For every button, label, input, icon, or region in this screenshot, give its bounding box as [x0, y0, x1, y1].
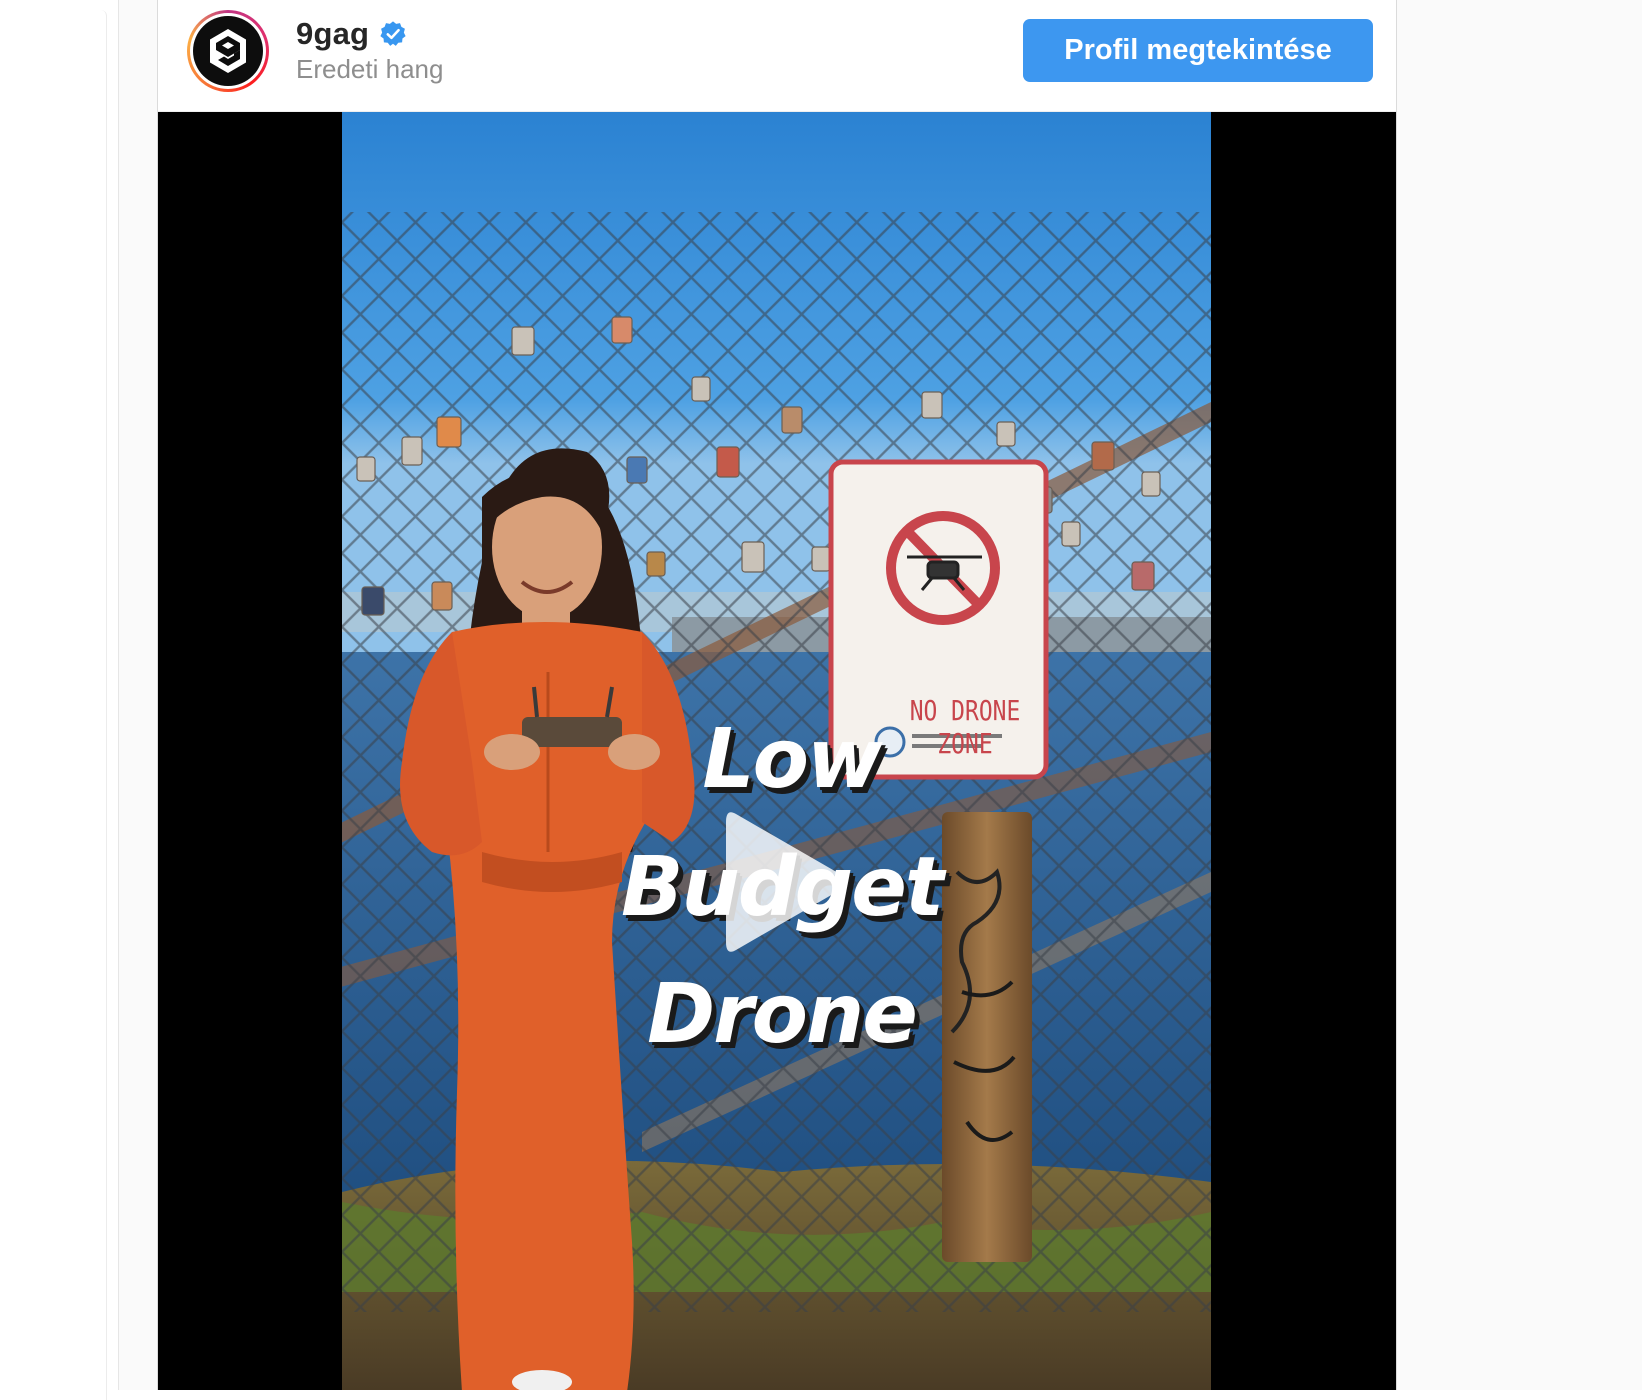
instagram-embed-card: 9gag Eredeti hang Profil megtekintése NO… — [157, 0, 1397, 1390]
video-frame[interactable]: NO DRONE ZONE Low Budget Drone — [342, 112, 1211, 1390]
play-icon[interactable] — [714, 802, 854, 962]
left-sidebar-panel — [10, 10, 107, 1400]
avatar[interactable] — [193, 16, 263, 86]
video-caption-line-1: Low — [702, 712, 882, 807]
embed-header: 9gag Eredeti hang Profil megtekintése — [158, 0, 1396, 112]
left-sidebar — [0, 0, 119, 1400]
audio-label[interactable]: Eredeti hang — [296, 54, 443, 85]
video-caption-line-3: Drone — [647, 967, 918, 1062]
video-player[interactable]: NO DRONE ZONE Low Budget Drone — [158, 112, 1396, 1390]
verified-badge-icon — [380, 21, 406, 46]
username-row: 9gag — [296, 14, 407, 54]
username[interactable]: 9gag — [296, 16, 369, 52]
view-profile-button[interactable]: Profil megtekintése — [1023, 19, 1373, 82]
story-ring[interactable] — [187, 10, 269, 92]
9gag-logo-icon — [210, 29, 246, 73]
